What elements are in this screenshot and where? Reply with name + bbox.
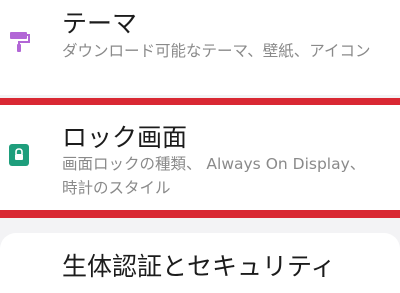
highlight-border-bottom bbox=[0, 210, 400, 218]
lock-screen-title: ロック画面 bbox=[62, 123, 188, 152]
theme-title: テーマ bbox=[62, 9, 138, 38]
theme-description: ダウンロード可能なテーマ、壁紙、アイコン bbox=[62, 42, 371, 60]
settings-item-lock-screen[interactable]: ロック画面 画面ロックの種類、 Always On Display、 時計のスタ… bbox=[0, 105, 400, 212]
settings-item-theme[interactable]: テーマ ダウンロード可能なテーマ、壁紙、アイコン bbox=[0, 0, 400, 95]
settings-item-biometrics-security[interactable]: 生体認証とセキュリティ bbox=[0, 233, 400, 293]
paint-roller-icon bbox=[8, 30, 30, 56]
biometrics-title: 生体認証とセキュリティ bbox=[62, 252, 336, 281]
lock-screen-icon bbox=[8, 143, 30, 171]
lock-screen-description: 画面ロックの種類、 Always On Display、 時計のスタイル bbox=[62, 155, 366, 197]
